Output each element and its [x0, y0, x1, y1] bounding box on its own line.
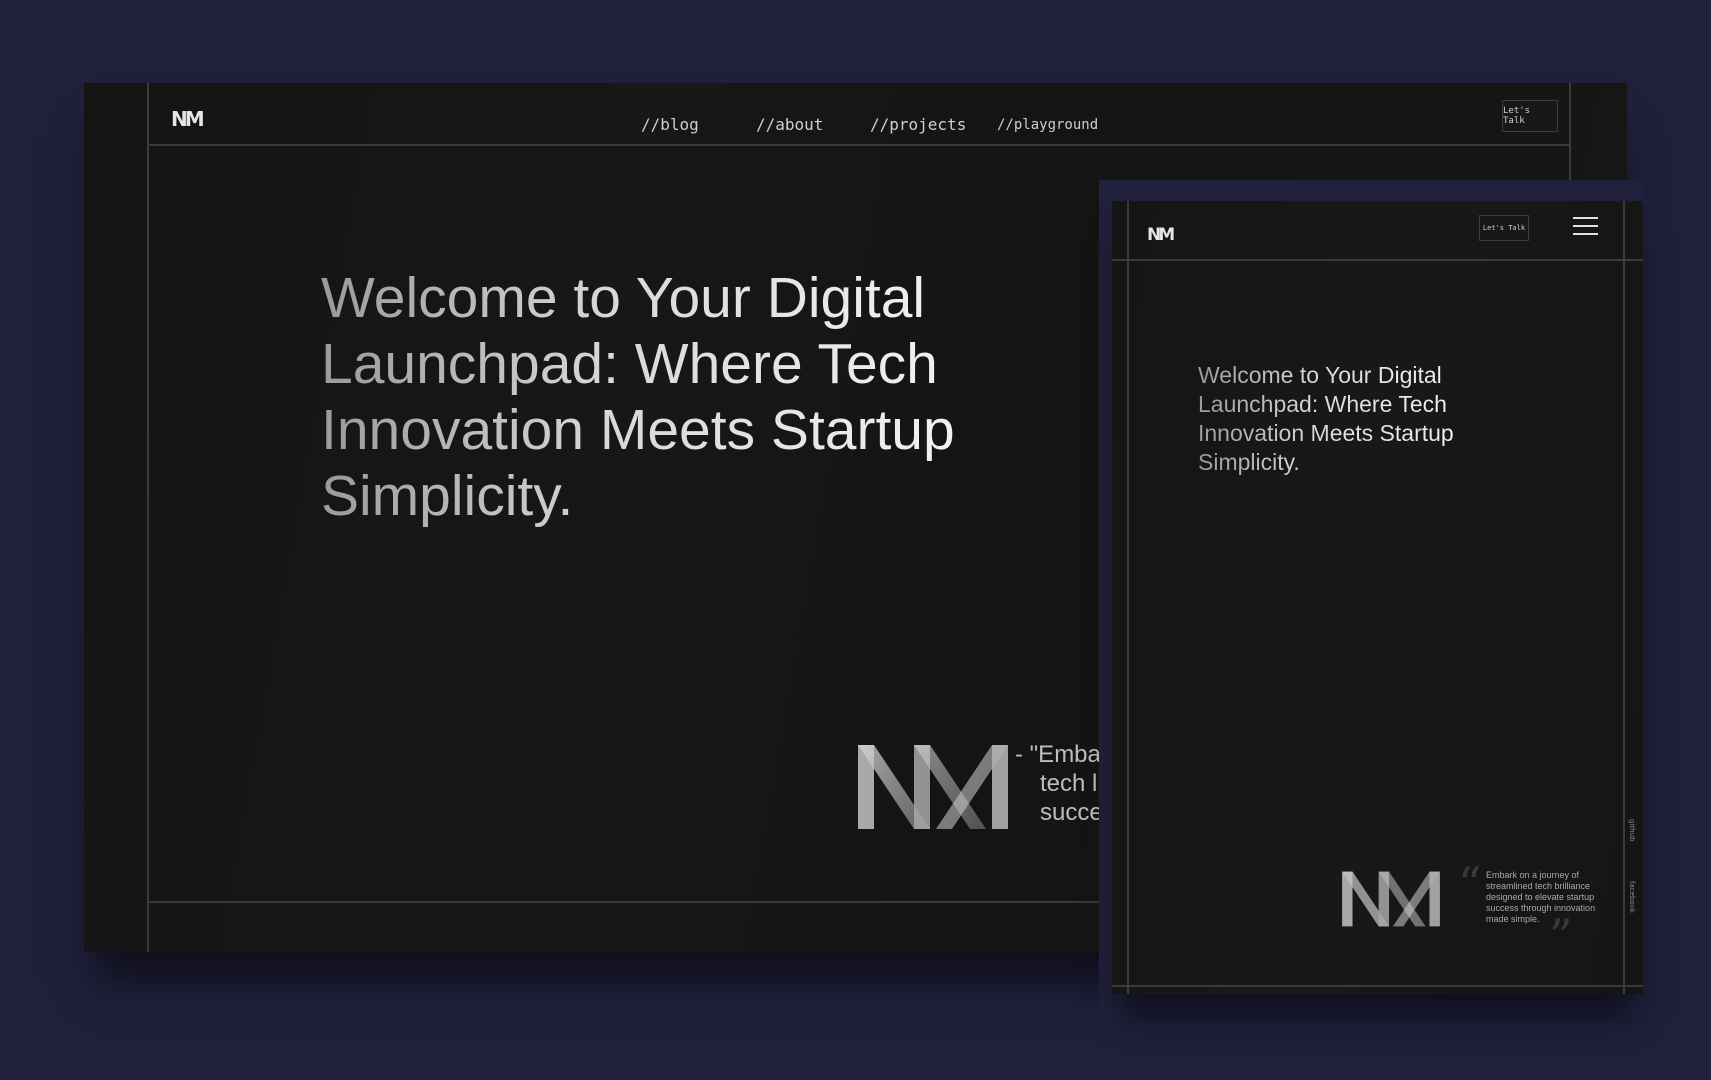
- nm-logo-large: [858, 745, 1008, 829]
- mobile-mockup: NM Let's Talk Welcome to Your Digital La…: [1112, 201, 1643, 994]
- hamburger-menu-icon[interactable]: [1573, 217, 1598, 237]
- mobile-quote-line: streamlined tech brilliance: [1486, 881, 1591, 891]
- quote-open-icon: “: [1458, 857, 1482, 911]
- nav-link-projects[interactable]: //projects: [870, 110, 966, 140]
- hero-headline: Welcome to Your Digital Launchpad: Where…: [321, 265, 955, 529]
- mobile-logo[interactable]: NM: [1147, 225, 1175, 245]
- quote-line: succe: [1040, 799, 1103, 826]
- nav-link-playground[interactable]: //playground: [997, 110, 1098, 140]
- hero-headline-line: Innovation Meets Startup: [321, 398, 955, 462]
- hero-headline-line: Launchpad: Where Tech: [321, 332, 938, 396]
- lets-talk-button[interactable]: Let's Talk: [1502, 100, 1558, 132]
- mobile-hero-headline-line: Welcome to Your Digital: [1198, 362, 1442, 388]
- mobile-header-divider: [1112, 259, 1643, 261]
- quote-line: - "Emba: [1015, 741, 1101, 768]
- mobile-frame-line-right: [1623, 201, 1625, 994]
- main-nav: //blog //about //projects //playground: [84, 110, 1627, 140]
- mobile-quote-line: made simple.: [1486, 914, 1540, 924]
- mobile-hero-headline-line: Launchpad: Where Tech: [1198, 391, 1447, 417]
- mobile-footer-divider: [1112, 985, 1643, 987]
- nav-link-blog[interactable]: //blog: [641, 110, 699, 140]
- frame-line-left: [147, 83, 149, 952]
- mobile-lets-talk-button[interactable]: Let's Talk: [1479, 215, 1529, 241]
- hero-headline-line: Simplicity.: [321, 464, 574, 528]
- side-link-github[interactable]: github: [1628, 819, 1636, 841]
- mobile-hero-headline-line: Innovation Meets Startup: [1198, 420, 1454, 446]
- mobile-frame-line-left: [1127, 201, 1129, 994]
- side-link-facebook[interactable]: facebook: [1628, 881, 1636, 913]
- mobile-quote-line: success through innovation: [1486, 903, 1596, 913]
- quote-line: tech l: [1040, 770, 1098, 797]
- header-divider: [147, 144, 1571, 146]
- quote-excerpt: - "Emba tech l succe: [1015, 740, 1103, 827]
- mobile-mockup-frame: NM Let's Talk Welcome to Your Digital La…: [1099, 180, 1644, 1014]
- mobile-hero-headline-line: Simplicity.: [1198, 449, 1300, 475]
- mobile-quote: Embark on a journey of streamlined tech …: [1486, 870, 1595, 925]
- mobile-hero-headline: Welcome to Your Digital Launchpad: Where…: [1198, 361, 1454, 477]
- mobile-nm-logo: [1342, 871, 1440, 927]
- mobile-quote-line: designed to elevate startup: [1486, 892, 1595, 902]
- nav-link-about[interactable]: //about: [756, 110, 823, 140]
- mobile-quote-line: Embark on a journey of: [1486, 870, 1580, 880]
- hero-headline-line: Welcome to Your Digital: [321, 266, 926, 330]
